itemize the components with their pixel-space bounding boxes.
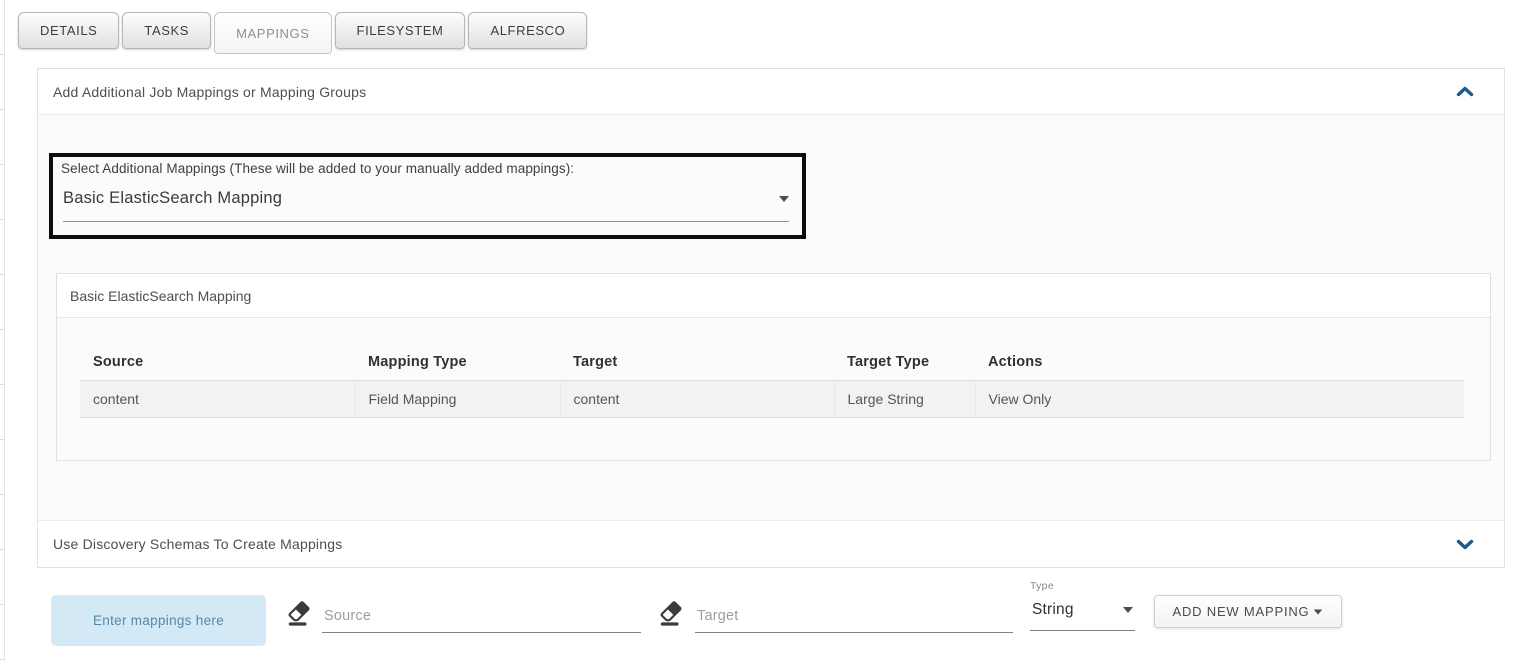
- clear-source-eraser-icon[interactable]: [286, 598, 312, 631]
- type-select[interactable]: String: [1030, 599, 1135, 631]
- cell-actions: View Only: [975, 381, 1464, 418]
- clear-target-eraser-icon[interactable]: [658, 598, 684, 631]
- tab-alfresco-label: ALFRESCO: [490, 23, 565, 38]
- source-input[interactable]: [322, 600, 641, 633]
- discovery-schemas-section-title: Use Discovery Schemas To Create Mappings: [53, 536, 342, 552]
- add-mappings-section-title: Add Additional Job Mappings or Mapping G…: [53, 84, 366, 100]
- mappings-accordion-panel: Add Additional Job Mappings or Mapping G…: [37, 68, 1505, 568]
- cell-target-type: Large String: [834, 381, 975, 418]
- chevron-up-icon[interactable]: [1456, 86, 1474, 97]
- add-new-mapping-button[interactable]: ADD NEW MAPPING: [1154, 595, 1342, 628]
- chevron-down-icon[interactable]: [1456, 539, 1474, 550]
- additional-mappings-select[interactable]: Basic ElasticSearch Mapping: [63, 189, 789, 222]
- caret-down-icon: [779, 196, 789, 202]
- enter-mappings-button[interactable]: Enter mappings here: [51, 595, 266, 646]
- tab-mappings[interactable]: MAPPINGS: [214, 12, 331, 54]
- add-mappings-section-header[interactable]: Add Additional Job Mappings or Mapping G…: [38, 69, 1504, 115]
- column-header-source: Source: [80, 346, 355, 381]
- cell-source: content: [80, 381, 355, 418]
- table-row: content Field Mapping content Large Stri…: [80, 381, 1464, 418]
- tab-bar: DETAILS TASKS MAPPINGS FILESYSTEM ALFRES…: [18, 12, 587, 54]
- tab-filesystem[interactable]: FILESYSTEM: [335, 12, 466, 49]
- mapping-group-card: Basic ElasticSearch Mapping Source Mappi…: [56, 273, 1491, 461]
- tab-details[interactable]: DETAILS: [18, 12, 119, 49]
- mappings-table: Source Mapping Type Target Target Type A…: [80, 346, 1464, 418]
- select-additional-mappings-label: Select Additional Mappings (These will b…: [61, 161, 794, 176]
- mapping-group-card-title: Basic ElasticSearch Mapping: [57, 274, 1490, 318]
- tab-tasks-label: TASKS: [144, 23, 189, 38]
- add-new-mapping-label: ADD NEW MAPPING: [1173, 604, 1310, 619]
- left-edge-cropped-content: [0, 0, 5, 662]
- tab-tasks[interactable]: TASKS: [122, 12, 211, 49]
- cell-target: content: [560, 381, 834, 418]
- tab-filesystem-label: FILESYSTEM: [357, 23, 444, 38]
- column-header-mapping-type: Mapping Type: [355, 346, 560, 381]
- column-header-target-type: Target Type: [834, 346, 975, 381]
- type-caret-down-icon: [1123, 607, 1133, 613]
- table-header-row: Source Mapping Type Target Target Type A…: [80, 346, 1464, 381]
- type-label: Type: [1030, 580, 1135, 592]
- mappings-page: DETAILS TASKS MAPPINGS FILESYSTEM ALFRES…: [0, 0, 1513, 662]
- type-selected-value: String: [1032, 601, 1074, 619]
- target-input[interactable]: [695, 600, 1013, 633]
- type-select-group: Type String: [1030, 580, 1135, 631]
- selected-mapping-value: Basic ElasticSearch Mapping: [63, 189, 282, 208]
- discovery-schemas-section-header[interactable]: Use Discovery Schemas To Create Mappings: [38, 520, 1504, 567]
- additional-mappings-select-group: Select Additional Mappings (These will b…: [49, 153, 806, 239]
- tab-mappings-label: MAPPINGS: [236, 26, 309, 41]
- column-header-actions: Actions: [975, 346, 1464, 381]
- column-header-target: Target: [560, 346, 834, 381]
- tab-details-label: DETAILS: [40, 23, 97, 38]
- tab-alfresco[interactable]: ALFRESCO: [468, 12, 587, 49]
- cell-mapping-type: Field Mapping: [355, 381, 560, 418]
- add-mapping-caret-down-icon: [1314, 609, 1323, 614]
